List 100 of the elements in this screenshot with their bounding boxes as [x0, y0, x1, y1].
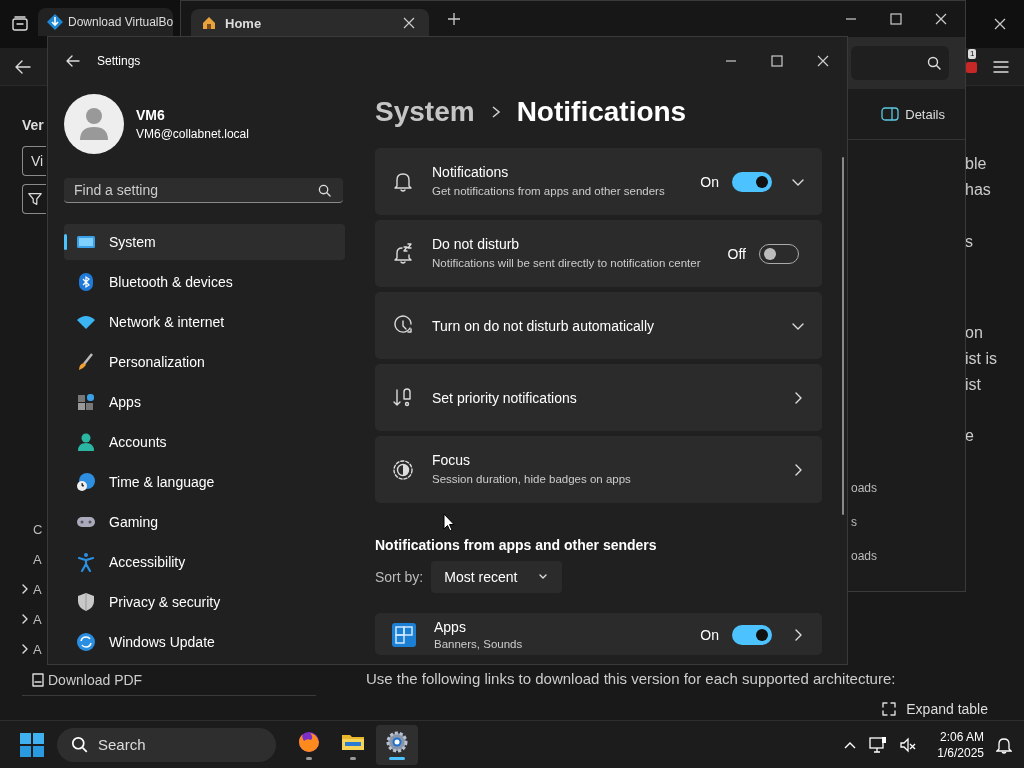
- sidebar-item[interactable]: Time & language: [64, 464, 345, 500]
- paintbrush-icon: [76, 352, 96, 372]
- panel-text: oads: [851, 480, 879, 497]
- maximize-icon[interactable]: [890, 13, 902, 25]
- plus-icon[interactable]: [447, 12, 461, 26]
- person-icon: [76, 432, 96, 452]
- nav-link[interactable]: A: [33, 581, 42, 597]
- accessibility-icon: [76, 552, 96, 572]
- sidebar-item[interactable]: Accounts: [64, 424, 345, 460]
- app-card[interactable]: Apps Banners, Sounds On: [375, 613, 822, 655]
- bell-icon[interactable]: [996, 735, 1012, 754]
- close-icon[interactable]: [994, 18, 1006, 30]
- setting-card[interactable]: Focus Session duration, hide badges on apps: [375, 436, 822, 503]
- back-arrow-icon[interactable]: [66, 54, 80, 68]
- setting-title: Notifications: [432, 164, 510, 180]
- setting-title: Do not disturb: [432, 236, 521, 252]
- sidebar-item[interactable]: Personalization: [64, 344, 345, 380]
- nav-link[interactable]: A: [33, 611, 42, 627]
- taskbar-search-field[interactable]: Search: [98, 732, 248, 757]
- taskbar-app[interactable]: [376, 724, 418, 765]
- sidebar-item[interactable]: Privacy & security: [64, 584, 345, 620]
- paragraph-line: e: [965, 426, 975, 446]
- setting-card[interactable]: Turn on do not disturb automatically: [375, 292, 822, 359]
- shield-icon: [76, 592, 96, 612]
- settings-search-field[interactable]: Find a setting: [64, 178, 343, 203]
- sidebar-item[interactable]: Accessibility: [64, 544, 345, 580]
- user-email: VM6@collabnet.local: [136, 127, 249, 141]
- taskbar-search-field[interactable]: Search: [57, 727, 276, 762]
- breadcrumb-link[interactable]: System: [375, 96, 475, 128]
- person-silhouette-icon: [79, 107, 109, 141]
- toggle-state-label: Off: [727, 245, 746, 262]
- cursor-icon: [443, 513, 455, 532]
- toggle-switch[interactable]: [732, 625, 772, 645]
- close-icon[interactable]: [935, 13, 947, 25]
- maximize-icon[interactable]: [771, 55, 783, 67]
- setting-description: Banners, Sounds: [434, 638, 524, 651]
- bell-icon: [392, 170, 414, 193]
- setting-card[interactable]: Set priority notifications: [375, 364, 822, 431]
- tab-list-icon[interactable]: [10, 14, 30, 34]
- search-icon[interactable]: [318, 183, 331, 197]
- app-tiles-icon: [392, 623, 416, 647]
- taskbar-clock[interactable]: 2:06 AM 1/6/2025: [937, 728, 984, 761]
- priority-icon: [392, 386, 414, 409]
- sidebar-item[interactable]: System: [64, 224, 345, 260]
- details-button[interactable]: Details: [881, 106, 945, 122]
- scrollbar[interactable]: [842, 157, 844, 515]
- version-field[interactable]: Vi: [22, 146, 46, 176]
- paragraph-line: s: [965, 232, 974, 252]
- paragraph-line: ist is: [965, 349, 998, 369]
- bell-sleep-icon: [392, 242, 414, 265]
- sidebar-item[interactable]: Apps: [64, 384, 345, 420]
- panel-text: oads: [851, 548, 879, 565]
- browser-tab[interactable]: Download VirtualBo: [38, 8, 174, 36]
- chevron-right-icon[interactable]: [20, 584, 30, 594]
- sidebar-item[interactable]: Bluetooth & devices: [64, 264, 345, 300]
- section-heading: Notifications from apps and other senders: [375, 537, 658, 553]
- setting-card[interactable]: Notifications Get notifications from apps and other senders On: [375, 148, 822, 215]
- chevron-right-icon[interactable]: [20, 644, 30, 654]
- browser-tab[interactable]: Home: [191, 9, 429, 37]
- setting-title: Set priority notifications: [432, 389, 578, 406]
- expand-icon: [882, 701, 897, 716]
- setting-card[interactable]: Do not disturb Notifications will be sent directly to notification center Off: [375, 220, 822, 287]
- filter-button[interactable]: [22, 184, 46, 214]
- close-icon[interactable]: [817, 55, 829, 67]
- firefox-icon: [297, 729, 321, 754]
- speaker-muted-icon[interactable]: [899, 735, 918, 754]
- globe-clock-icon: [76, 472, 96, 492]
- bluetooth-icon: [76, 272, 96, 292]
- paragraph-line: ist: [965, 375, 982, 395]
- sidebar-item[interactable]: Gaming: [64, 504, 345, 540]
- focus-icon: [392, 458, 414, 481]
- chevron-right-icon: [490, 105, 501, 119]
- page-title: Notifications: [516, 96, 687, 128]
- setting-description: Session duration, hide badges on apps: [432, 472, 632, 487]
- address-field[interactable]: [851, 46, 949, 80]
- sort-dropdown[interactable]: Most recent: [431, 561, 563, 593]
- settings-search-field[interactable]: Find a setting: [74, 178, 318, 202]
- sidebar-item[interactable]: Network & internet: [64, 304, 345, 340]
- search-icon[interactable]: [927, 56, 941, 70]
- menu-icon[interactable]: [993, 58, 1009, 75]
- setting-title: Focus: [432, 452, 472, 468]
- nav-link[interactable]: C: [33, 521, 43, 537]
- close-icon[interactable]: [403, 17, 415, 29]
- network-icon[interactable]: [869, 735, 888, 754]
- paragraph-line: on: [965, 323, 984, 343]
- download-pdf-link[interactable]: Download PDF: [48, 671, 143, 688]
- nav-link[interactable]: A: [33, 551, 42, 567]
- chevron-right-icon[interactable]: [20, 614, 30, 624]
- paragraph-line: ble: [965, 154, 988, 174]
- start-icon[interactable]: [20, 732, 44, 757]
- filter-icon: [27, 191, 43, 207]
- setting-title: Turn on do not disturb automatically: [432, 317, 656, 334]
- sidebar-item[interactable]: Windows Update: [64, 624, 345, 660]
- update-icon: [76, 632, 96, 652]
- expand-table-button[interactable]: Expand table: [882, 700, 988, 717]
- toggle-state-label: On: [700, 173, 719, 190]
- toggle-switch[interactable]: [732, 171, 772, 192]
- nav-link[interactable]: A: [33, 641, 42, 657]
- download-logo-icon: [46, 13, 64, 31]
- setting-title: Apps: [434, 619, 467, 635]
